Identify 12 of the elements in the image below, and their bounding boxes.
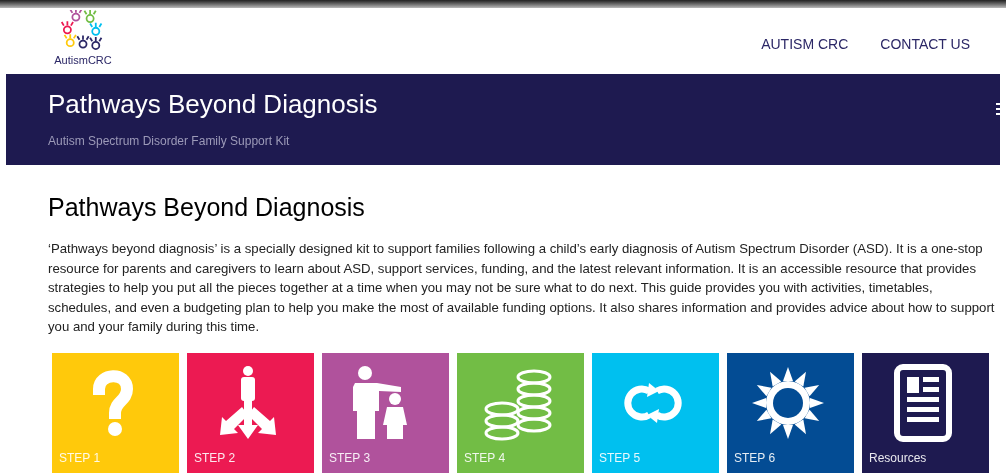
intro-paragraph: ‘Pathways beyond diagnosis’ is a specially designed kit to support families following a child’s early diagnosis of Autism Spectrum Disorder (ASD). It is a one-stop resource for parents and caregivers to learn about ASD, support services, funding, and the latest relevant information. It is an accessible resource that provides strategies to help you put all the pieces together at a time when you may not be sure what to do next. This guide provides you with activities, timetables, schedules, and even a budgeting plan to help you make the most of available funding options. It also shares information and provides advice about how to support you and your family during this time.: [48, 240, 996, 336]
step-tile[interactable]: STEP 6: [727, 352, 854, 473]
page-heading: Pathways Beyond Diagnosis: [48, 192, 366, 223]
logo-text: AutismCRC: [54, 54, 112, 66]
banner-subtitle: Autism Spectrum Disorder Family Support Kit: [48, 133, 291, 150]
nav-link[interactable]: CONTACT US: [880, 34, 970, 55]
step-tile[interactable]: STEP 2: [187, 352, 314, 473]
banner-title: Pathways Beyond Diagnosis: [48, 88, 378, 120]
step-tile[interactable]: STEP 3: [322, 352, 449, 473]
menu-icon[interactable]: [994, 102, 1000, 116]
nav-link[interactable]: AUTISM CRC: [761, 34, 849, 55]
step-tile[interactable]: Resources: [862, 352, 989, 473]
